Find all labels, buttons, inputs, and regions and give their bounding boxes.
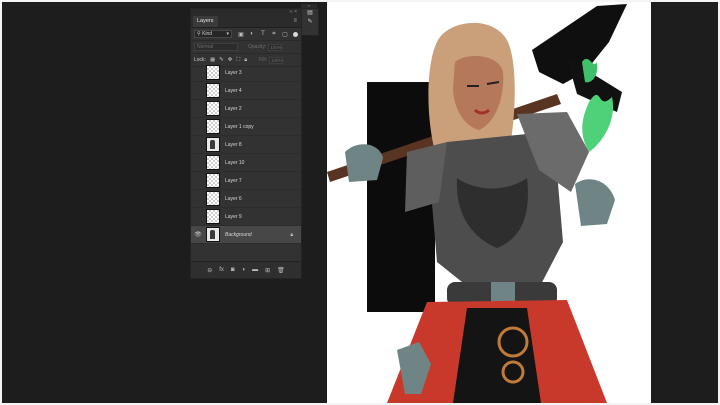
- layer-mask-icon[interactable]: ◙: [231, 267, 235, 273]
- panel-tab-bar: Layers ≡: [191, 15, 301, 28]
- layer-name[interactable]: Layer 4: [225, 88, 242, 94]
- lock-all-icon[interactable]: 🔒︎: [244, 57, 247, 64]
- document-canvas[interactable]: [327, 2, 651, 403]
- layer-row[interactable]: Layer 10: [191, 154, 301, 172]
- layer-name[interactable]: Layer 7: [225, 178, 242, 184]
- layer-thumbnail: [206, 227, 220, 242]
- kind-filter-label: Kind: [202, 31, 213, 37]
- fill-label: Fill:: [259, 57, 267, 63]
- image-filter-icon[interactable]: ▣: [238, 31, 244, 38]
- panel-menu-icon[interactable]: ≡: [293, 15, 297, 27]
- shape-filter-icon[interactable]: ⌗: [271, 31, 277, 38]
- adjustment-filter-icon[interactable]: ◐: [249, 31, 255, 38]
- layer-name[interactable]: Layer 1 copy: [225, 124, 254, 130]
- layer-thumbnail: [206, 191, 220, 206]
- layer-row[interactable]: Layer 7: [191, 172, 301, 190]
- layer-name[interactable]: Background: [225, 232, 252, 238]
- brush-icon[interactable]: ✎: [302, 18, 318, 27]
- artwork-illustration: [327, 4, 627, 403]
- layer-name[interactable]: Layer 2: [225, 106, 242, 112]
- layer-row[interactable]: Layer 4: [191, 82, 301, 100]
- layer-row[interactable]: Layer 8: [191, 136, 301, 154]
- kind-filter-select[interactable]: ⚲ Kind ▾: [194, 30, 232, 38]
- layer-thumbnail: [206, 83, 220, 98]
- delete-layer-icon[interactable]: 🗑︎: [277, 267, 285, 274]
- smart-object-filter-icon[interactable]: ▢: [282, 31, 288, 38]
- layers-panel: ›› × Layers ≡ ⚲ Kind ▾ ▣ ◐ T ⌗ ▢ Normal …: [190, 8, 302, 279]
- blend-row: Normal Opacity: 100%: [191, 41, 301, 54]
- layer-row[interactable]: Layer 9: [191, 208, 301, 226]
- lock-transparent-icon[interactable]: ▦: [210, 57, 215, 64]
- opacity-input[interactable]: 100%: [268, 43, 283, 51]
- layer-thumbnail: [206, 155, 220, 170]
- chevron-down-icon: ▾: [226, 31, 229, 37]
- screen: ‹‹ ▤ ✎ ›› × Layers ≡ ⚲ Kind ▾ ▣ ◐ T ⌗ ▢: [0, 0, 720, 405]
- group-icon[interactable]: ▬: [252, 267, 258, 273]
- new-layer-icon[interactable]: ⊞: [265, 267, 270, 274]
- layer-name[interactable]: Layer 10: [225, 160, 244, 166]
- fx-icon[interactable]: fx: [219, 267, 224, 273]
- layer-row[interactable]: Layer 6: [191, 190, 301, 208]
- workspace-right-gutter: [651, 2, 718, 403]
- fill-input[interactable]: 100%: [268, 56, 283, 64]
- layer-name[interactable]: Layer 6: [225, 196, 242, 202]
- lock-image-icon[interactable]: ✎: [219, 57, 224, 64]
- layer-list: Layer 3 Layer 4 Layer 2 Layer 1 copy Lay: [191, 64, 301, 262]
- layer-thumbnail: [206, 65, 220, 80]
- filter-toggle[interactable]: [293, 31, 298, 37]
- type-filter-icon[interactable]: T: [260, 31, 266, 38]
- opacity-label: Opacity:: [248, 44, 267, 50]
- layer-thumbnail: [206, 119, 220, 134]
- layer-thumbnail: [206, 137, 220, 152]
- mini-tool-panel: ▤ ✎: [301, 8, 319, 36]
- layers-footer-toolbar: ⊖ fx ◙ ◑ ▬ ⊞ 🗑︎: [191, 261, 301, 278]
- layer-thumbnail: [206, 173, 220, 188]
- lock-label: Lock:: [194, 57, 206, 63]
- layer-name[interactable]: Layer 9: [225, 214, 242, 220]
- layer-name[interactable]: Layer 8: [225, 142, 242, 148]
- adjustment-layer-icon[interactable]: ◑: [242, 267, 246, 273]
- history-icon[interactable]: ▤: [302, 9, 318, 18]
- layer-row-background[interactable]: 👁︎ Background 🔒︎: [191, 226, 301, 244]
- layer-row[interactable]: Layer 1 copy: [191, 118, 301, 136]
- filter-row: ⚲ Kind ▾ ▣ ◐ T ⌗ ▢: [191, 28, 301, 41]
- blend-mode-select[interactable]: Normal: [194, 43, 238, 51]
- layer-thumbnail: [206, 209, 220, 224]
- layer-row[interactable]: Layer 3: [191, 64, 301, 82]
- layer-row[interactable]: Layer 2: [191, 100, 301, 118]
- tab-layers[interactable]: Layers: [193, 16, 218, 27]
- layer-name[interactable]: Layer 3: [225, 70, 242, 76]
- eye-icon[interactable]: 👁︎: [193, 231, 203, 238]
- layer-thumbnail: [206, 101, 220, 116]
- lock-artboard-icon[interactable]: ⛶: [236, 57, 240, 64]
- lock-position-icon[interactable]: ✥: [228, 57, 233, 64]
- lock-icon: 🔒︎: [290, 231, 293, 238]
- link-layers-icon[interactable]: ⊖: [207, 267, 212, 274]
